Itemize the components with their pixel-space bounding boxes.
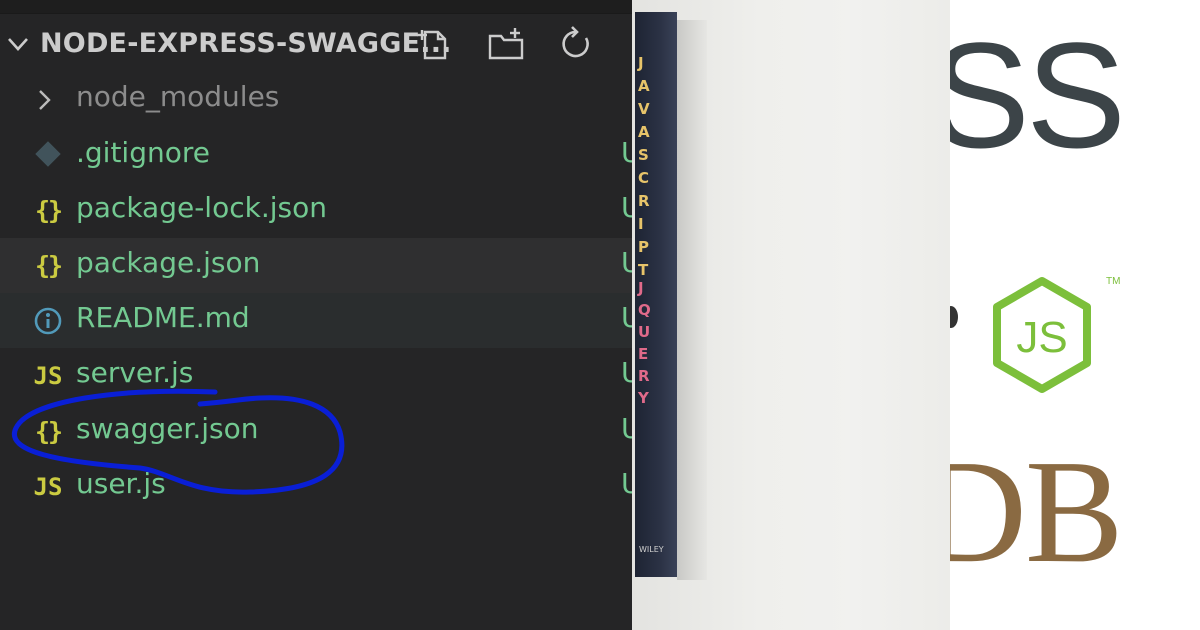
- git-status-badge: U: [621, 467, 632, 500]
- nodejs-js-text: JS: [1016, 313, 1067, 362]
- git-status-badge: U: [621, 191, 632, 224]
- git-status-badge: U: [621, 246, 632, 279]
- tree-item-label: package.json: [76, 246, 261, 279]
- book-page-edge: [677, 20, 707, 580]
- tree-item-label: swagger.json: [76, 412, 259, 445]
- json-braces-icon: {}: [34, 251, 63, 280]
- tree-item-package-json[interactable]: {} package.json U: [0, 238, 632, 293]
- logo-dot: [950, 306, 958, 328]
- trademark-mark: TM: [1106, 276, 1121, 287]
- git-status-badge: U: [621, 412, 632, 445]
- tree-item-label: README.md: [76, 301, 250, 334]
- chevron-down-icon[interactable]: [4, 30, 32, 58]
- explorer-panel: NODE-EXPRESS-SWAGGE... node_modules .git…: [0, 0, 632, 630]
- git-status-badge: U: [621, 136, 632, 169]
- refresh-icon[interactable]: [556, 24, 596, 64]
- new-file-icon[interactable]: [414, 24, 454, 64]
- tree-item-gitignore[interactable]: .gitignore U: [0, 128, 632, 183]
- git-status-badge: U: [621, 356, 632, 389]
- tree-item-package-lock-json[interactable]: {} package-lock.json U: [0, 183, 632, 238]
- chevron-right-icon[interactable]: [30, 82, 60, 118]
- logo-strip: SS JS TM DB: [950, 0, 1200, 630]
- git-diamond-icon: [35, 141, 61, 167]
- new-folder-icon[interactable]: [486, 24, 526, 64]
- tree-item-node-modules[interactable]: node_modules: [0, 72, 632, 127]
- tree-item-user-js[interactable]: JS user.js U: [0, 459, 632, 514]
- mongodb-logo-partial: DB: [950, 430, 1124, 594]
- spine-publisher: WILEY: [639, 545, 664, 554]
- tree-item-label: node_modules: [76, 80, 280, 113]
- explorer-top-edge: [0, 0, 632, 14]
- book-photo: JAVASCRIPT JQUERY WILEY: [632, 0, 950, 630]
- tree-item-label: server.js: [76, 356, 194, 389]
- nodejs-hexagon-icon: JS: [993, 277, 1091, 393]
- spine-title-lower: JQUERY: [638, 279, 651, 407]
- tree-item-readme-md[interactable]: README.md U: [0, 293, 632, 348]
- tree-item-swagger-json[interactable]: {} swagger.json U: [0, 404, 632, 459]
- spine-title-upper: JAVASCRIPT: [638, 54, 650, 279]
- javascript-icon: JS: [33, 473, 63, 501]
- express-logo-partial: SS: [950, 11, 1126, 179]
- tree-item-server-js[interactable]: JS server.js U: [0, 348, 632, 403]
- explorer-folder-header[interactable]: NODE-EXPRESS-SWAGGE...: [0, 14, 632, 72]
- tree-item-label: package-lock.json: [76, 191, 327, 224]
- json-braces-icon: {}: [34, 417, 63, 446]
- folder-title[interactable]: NODE-EXPRESS-SWAGGE...: [40, 28, 452, 59]
- tree-item-label: user.js: [76, 467, 166, 500]
- info-icon: [34, 307, 62, 335]
- git-status-badge: U: [621, 301, 632, 334]
- json-braces-icon: {}: [34, 196, 63, 225]
- javascript-icon: JS: [33, 362, 63, 390]
- tree-item-label: .gitignore: [76, 136, 210, 169]
- book-spine: JAVASCRIPT JQUERY WILEY: [635, 12, 677, 577]
